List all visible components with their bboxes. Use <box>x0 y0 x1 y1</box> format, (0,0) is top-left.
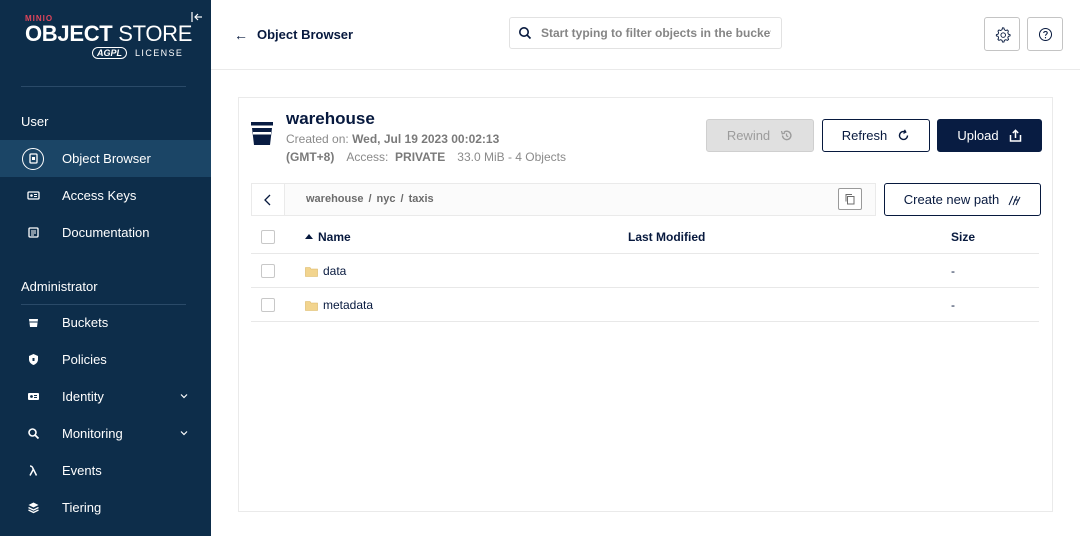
select-all-checkbox[interactable] <box>261 230 275 244</box>
sidebar-item-label: Tiering <box>62 500 102 515</box>
sidebar-item-access-keys[interactable]: Access Keys <box>0 177 211 214</box>
breadcrumb-back-button[interactable] <box>252 184 285 215</box>
bucket-created: Created on: Wed, Jul 19 2023 00:02:13 <box>286 132 500 146</box>
upload-button[interactable]: Upload <box>937 119 1042 152</box>
chevron-down-icon[interactable] <box>179 428 189 438</box>
sidebar-item-object-browser[interactable]: Object Browser <box>0 140 211 177</box>
sidebar-item-label: Events <box>62 463 102 478</box>
folder-icon <box>305 266 318 277</box>
bucket-panel: warehouse Created on: Wed, Jul 19 2023 0… <box>238 97 1053 512</box>
back-arrow-icon: ← <box>234 26 248 43</box>
license-label: LICENSE <box>135 48 184 58</box>
object-browser-icon <box>22 147 44 170</box>
object-size: - <box>951 264 955 278</box>
breadcrumb-item[interactable]: taxis <box>409 193 434 205</box>
gear-icon <box>995 26 1011 43</box>
column-header-last-modified[interactable]: Last Modified <box>628 230 705 244</box>
tiering-icon <box>22 497 44 519</box>
search-icon <box>519 27 532 40</box>
sidebar-item-monitoring[interactable]: Monitoring <box>0 415 211 452</box>
breadcrumb: warehouse / nyc / taxis <box>251 183 876 216</box>
row-checkbox[interactable] <box>261 298 275 312</box>
section-user: User <box>21 114 49 129</box>
access-label: Access: <box>346 150 389 164</box>
object-name-cell[interactable]: data <box>305 264 346 278</box>
copy-icon <box>845 194 855 205</box>
sort-up-icon <box>305 234 313 239</box>
help-button[interactable] <box>1027 17 1063 51</box>
sidebar-item-tiering[interactable]: Tiering <box>0 489 211 526</box>
table-row[interactable]: data - <box>251 254 1039 288</box>
breadcrumb-item[interactable]: nyc <box>377 193 396 205</box>
identity-icon <box>22 386 44 408</box>
object-name-cell[interactable]: metadata <box>305 298 373 312</box>
access-value: PRIVATE <box>395 150 446 164</box>
sidebar: MINIO OBJECT STORE AGPL LICENSE User Obj… <box>0 0 211 536</box>
section-administrator: Administrator <box>21 279 98 294</box>
breadcrumb-separator: / <box>400 193 404 205</box>
access-keys-icon <box>22 185 44 207</box>
logo-title: OBJECT STORE <box>25 21 193 46</box>
help-icon <box>1038 27 1052 41</box>
refresh-label: Refresh <box>841 128 888 143</box>
buckets-icon <box>22 312 44 334</box>
sidebar-item-label: Identity <box>62 389 104 404</box>
sidebar-divider <box>21 86 186 87</box>
sidebar-item-policies[interactable]: Policies <box>0 341 211 378</box>
upload-icon <box>1009 129 1021 142</box>
chevron-down-icon[interactable] <box>179 391 189 401</box>
monitoring-icon <box>22 423 44 445</box>
column-header-size[interactable]: Size <box>951 230 975 244</box>
object-size: - <box>951 298 955 312</box>
copy-path-button[interactable] <box>838 188 862 210</box>
minio-logo[interactable]: MINIO OBJECT STORE AGPL LICENSE <box>25 14 192 59</box>
sidebar-item-label: Documentation <box>62 225 150 240</box>
search-input[interactable] <box>541 26 771 40</box>
column-header-name[interactable]: Name <box>305 230 351 244</box>
sidebar-item-events[interactable]: Events <box>0 452 211 489</box>
events-icon <box>22 460 44 482</box>
objects-table: Name Last Modified Size data - metadata … <box>251 220 1039 322</box>
page-header: ← Object Browser <box>211 0 1080 70</box>
folder-icon <box>305 300 318 311</box>
back-link[interactable]: ← Object Browser <box>234 27 353 42</box>
upload-label: Upload <box>957 128 999 143</box>
breadcrumb-separator: / <box>368 193 372 205</box>
object-name: data <box>323 264 347 278</box>
create-new-path-button[interactable]: Create new path <box>884 183 1041 216</box>
settings-button[interactable] <box>984 17 1020 51</box>
bucket-name: warehouse <box>286 109 375 128</box>
chevron-left-icon <box>264 194 271 205</box>
new-path-icon <box>1008 195 1021 205</box>
rewind-icon <box>781 130 792 141</box>
sidebar-item-label: Access Keys <box>62 188 137 203</box>
bucket-timezone: (GMT+8) <box>286 150 335 164</box>
bucket-icon <box>251 122 273 145</box>
sidebar-item-identity[interactable]: Identity <box>0 378 211 415</box>
agpl-badge: AGPL <box>92 47 128 59</box>
page-title: Object Browser <box>257 27 354 42</box>
sidebar-item-label: Policies <box>62 352 107 367</box>
documentation-icon <box>22 222 44 244</box>
sidebar-item-label: Monitoring <box>62 426 123 441</box>
row-checkbox[interactable] <box>261 264 275 278</box>
refresh-icon <box>899 129 909 141</box>
sidebar-item-buckets[interactable]: Buckets <box>0 304 211 341</box>
refresh-button[interactable]: Refresh <box>822 119 930 152</box>
create-new-path-label: Create new path <box>903 192 1000 207</box>
sidebar-item-documentation[interactable]: Documentation <box>0 214 211 251</box>
bucket-usage: 33.0 MiB - 4 Objects <box>457 150 566 164</box>
sidebar-item-label: Object Browser <box>62 151 151 166</box>
rewind-button[interactable]: Rewind <box>706 119 814 152</box>
rewind-label: Rewind <box>726 128 771 143</box>
policies-icon <box>22 349 44 371</box>
search-box[interactable] <box>509 17 782 49</box>
object-name: metadata <box>323 298 374 312</box>
breadcrumb-path: warehouse / nyc / taxis <box>306 193 434 205</box>
table-row[interactable]: metadata - <box>251 288 1039 322</box>
breadcrumb-item[interactable]: warehouse <box>306 193 363 205</box>
table-header-row: Name Last Modified Size <box>251 220 1039 254</box>
bucket-details: (GMT+8) Access: PRIVATE 33.0 MiB - 4 Objec… <box>286 150 566 164</box>
sidebar-item-label: Buckets <box>62 315 109 330</box>
